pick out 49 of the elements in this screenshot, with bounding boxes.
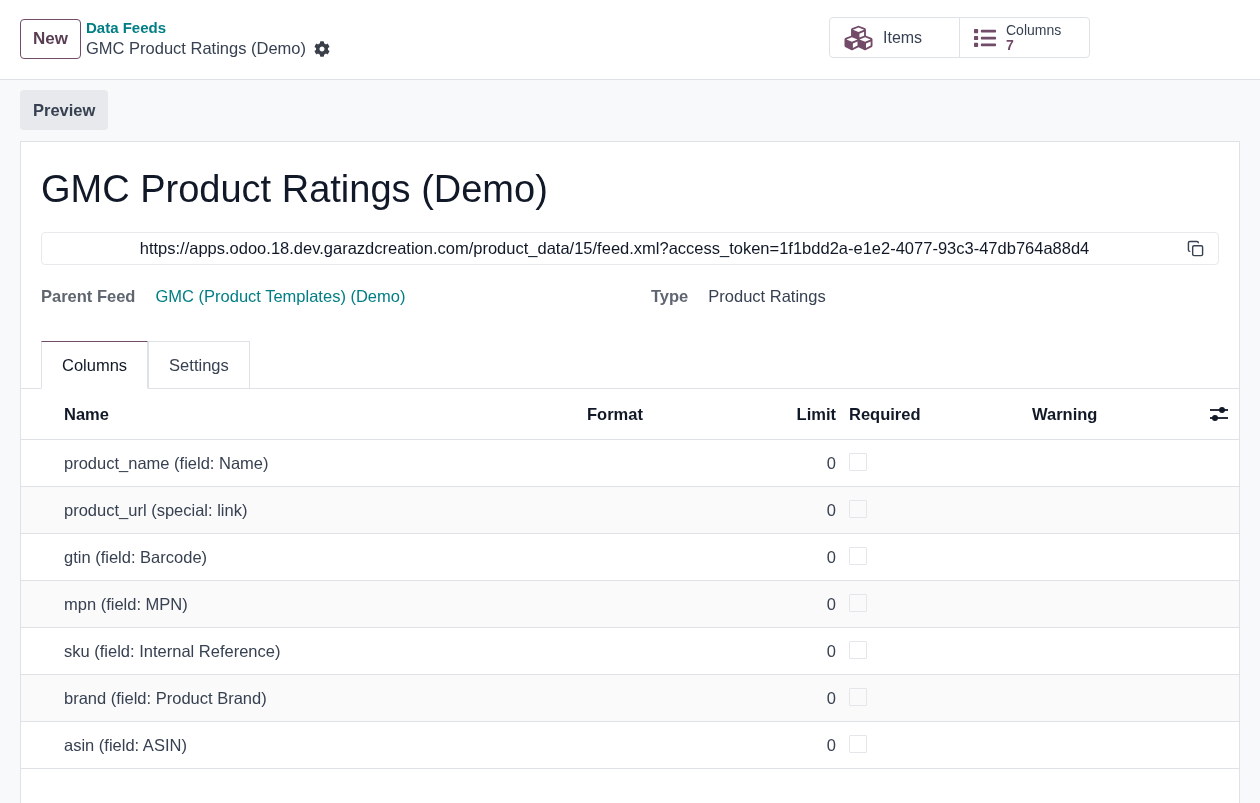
stat-button[interactable]: Items xyxy=(829,17,960,58)
column-header[interactable]: Limit xyxy=(796,404,840,424)
limit-cell-text: 0 xyxy=(826,735,837,755)
field-label: Parent Feed xyxy=(41,286,136,306)
column-header[interactable]: Name xyxy=(21,404,109,424)
preview-button[interactable]: Preview xyxy=(20,90,109,130)
required-checkbox[interactable] xyxy=(849,452,867,471)
limit-cell-text: 0 xyxy=(826,594,837,614)
field-value: Product Ratings xyxy=(708,286,826,306)
limit-cell-text: 0 xyxy=(826,641,837,661)
required-checkbox[interactable] xyxy=(849,640,867,659)
name-cell-text: sku (field: Internal Reference) xyxy=(63,641,282,661)
list-icon xyxy=(972,26,998,49)
tab[interactable]: Columns xyxy=(41,341,149,389)
limit-cell-text: 0 xyxy=(826,547,837,567)
column-header[interactable]: Format xyxy=(575,404,643,424)
name-cell-text: mpn (field: MPN) xyxy=(63,594,189,614)
settings-icon[interactable] xyxy=(314,40,331,57)
table-row[interactable]: brand (field: Product Brand) 0 xyxy=(21,675,1239,722)
record-title: GMC Product Ratings (Demo) xyxy=(41,167,549,212)
feed-url: https://apps.odoo.18.dev.garazdcreation.com/product_data/15/feed.xml?access_token=1f1bdd2a-e1e2-4077-93c3-47db764a88d4 xyxy=(138,239,1091,258)
tab[interactable]: Settings xyxy=(148,341,250,389)
name-cell-text: asin (field: ASIN) xyxy=(63,735,188,755)
table-row[interactable]: product_url (special: link) 0 xyxy=(21,487,1239,534)
limit-cell-text: 0 xyxy=(826,688,837,708)
column-options-icon[interactable] xyxy=(1209,405,1229,423)
column-header[interactable]: Warning xyxy=(1020,404,1098,424)
stat-button[interactable]: Columns 7 xyxy=(959,17,1090,58)
stat-value: 7 xyxy=(1006,38,1014,53)
name-cell-text: gtin (field: Barcode) xyxy=(63,547,209,567)
required-checkbox[interactable] xyxy=(849,546,867,565)
breadcrumb-current: GMC Product Ratings (Demo) xyxy=(85,37,307,59)
field-label: Type xyxy=(651,286,689,306)
name-cell-text: brand (field: Product Brand) xyxy=(63,688,268,708)
new-button[interactable]: New xyxy=(20,19,81,59)
limit-cell-text: 0 xyxy=(826,453,837,473)
required-checkbox[interactable] xyxy=(849,734,867,753)
stat-label: Items xyxy=(883,28,923,47)
table-row[interactable]: mpn (field: MPN) 0 xyxy=(21,581,1239,628)
feed-url-field[interactable]: https://apps.odoo.18.dev.garazdcreation.com/product_data/15/feed.xml?access_token=1f1bdd2a-e1e2-4077-93c3-47db764a88d4 xyxy=(41,232,1219,265)
name-cell-text: product_url (special: link) xyxy=(63,500,249,520)
column-header[interactable]: Required xyxy=(840,404,921,424)
breadcrumb-link[interactable]: Data Feeds xyxy=(85,18,166,37)
copy-icon[interactable] xyxy=(1187,240,1204,257)
parent-feed-link[interactable]: GMC (Product Templates) (Demo) xyxy=(155,286,406,306)
stat-label: Columns xyxy=(1006,22,1062,38)
limit-cell-text: 0 xyxy=(826,500,837,520)
name-cell-text: product_name (field: Name) xyxy=(63,453,270,473)
cubes-icon xyxy=(842,23,875,52)
